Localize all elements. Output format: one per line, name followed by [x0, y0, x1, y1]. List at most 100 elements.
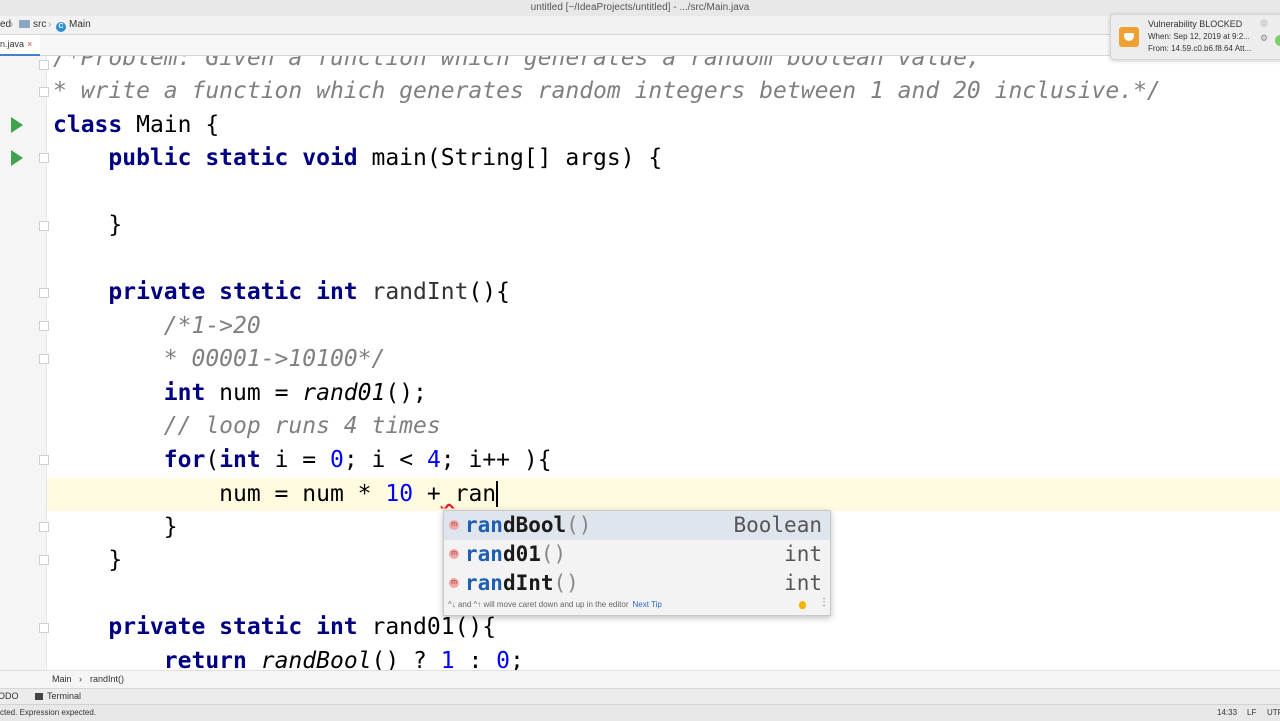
code-line[interactable]: int num = rand01();	[53, 377, 427, 410]
code-text: () ?	[371, 648, 441, 670]
code-line[interactable]: * write a function which generates rando…	[53, 75, 1161, 108]
code-text: }	[108, 547, 123, 573]
terminal-label: Terminal	[47, 691, 82, 701]
vulnerability-notification[interactable]: Vulnerability BLOCKED When: Sep 12, 2019…	[1110, 14, 1280, 60]
keyword: class	[53, 112, 123, 138]
run-main-icon[interactable]	[11, 150, 23, 166]
run-class-icon[interactable]	[11, 117, 23, 133]
completion-match: ran	[465, 571, 503, 595]
method-icon: m	[449, 578, 459, 588]
keyword: private static int	[108, 614, 358, 640]
code-line[interactable]: class Main {	[53, 109, 219, 142]
code-line[interactable]: return randBool() ? 1 : 0;	[53, 645, 524, 670]
comment: // loop runs 4 times	[163, 413, 441, 439]
code-line-current[interactable]: num = num * 10 + ran	[53, 478, 499, 511]
code-line[interactable]: }	[53, 511, 178, 544]
lightbulb-icon[interactable]	[799, 601, 806, 609]
autocomplete-popup: m randBool() Boolean m rand01() int m ra…	[443, 510, 831, 616]
folder-icon	[19, 20, 30, 28]
code-line[interactable]: // loop runs 4 times	[53, 410, 441, 443]
code-text: }	[163, 514, 178, 540]
keyword: int	[163, 380, 206, 406]
status-message: cted. Expression expected.	[0, 708, 97, 717]
shield-icon	[1119, 27, 1139, 47]
code-line[interactable]: }	[53, 544, 122, 577]
number: 0	[329, 447, 344, 473]
keyword: public static void	[108, 145, 358, 171]
tab-main-java[interactable]: n.java ×	[0, 35, 40, 56]
code-text: num = num *	[219, 481, 386, 507]
code-line[interactable]: private static int randInt(){	[53, 276, 510, 309]
keyword: private static int	[108, 279, 358, 305]
line-separator[interactable]: LF	[1247, 705, 1256, 720]
code-text: +	[413, 481, 441, 507]
code-line[interactable]: }	[53, 209, 122, 242]
method-icon: m	[449, 549, 459, 559]
window-title: untitled [~/IdeaProjects/untitled] - ...…	[530, 2, 750, 13]
completion-tip: ^↓ and ^↑ will move caret down and up in…	[448, 600, 662, 609]
code-line[interactable]: private static int rand01(){	[53, 611, 496, 644]
todo-tool-button[interactable]: ODO	[0, 689, 19, 704]
number: 0	[496, 648, 511, 670]
completion-item-randbool[interactable]: m randBool() Boolean	[444, 511, 830, 540]
editor-gutter	[0, 56, 49, 670]
completion-name: randInt()	[465, 569, 579, 598]
tip-text: ^↓ and ^↑ will move caret down and up in…	[448, 600, 629, 609]
status-bar: cted. Expression expected. 14:33 LF UTF	[0, 704, 1280, 721]
completion-item-rand01[interactable]: m rand01() int	[444, 540, 830, 569]
completion-item-randint[interactable]: m randInt() int	[444, 569, 830, 598]
completion-params: ()	[553, 571, 579, 595]
code-line[interactable]: /*Problem: Given a function which genera…	[53, 56, 981, 75]
completion-name: randBool()	[465, 511, 591, 540]
code-text: ;	[510, 648, 524, 670]
tool-window-bar: ODO Terminal	[0, 688, 1280, 705]
gear-icon[interactable]: ⚙	[1260, 33, 1268, 44]
code-text: main(String[] args) {	[357, 145, 663, 171]
completion-params: ()	[540, 542, 567, 566]
terminal-tool-button[interactable]: Terminal	[35, 689, 81, 704]
completion-type: int	[784, 571, 822, 595]
notification-title: Vulnerability BLOCKED	[1148, 19, 1243, 29]
code-text: ; i++ ){	[440, 447, 552, 473]
code-text: ; i <	[343, 447, 427, 473]
nav-folder-src[interactable]: src	[19, 16, 46, 34]
status-dot-icon	[1275, 35, 1280, 46]
close-icon[interactable]	[1260, 19, 1268, 27]
completion-rest: dBool	[502, 513, 567, 537]
number: 1	[440, 648, 455, 670]
code-line[interactable]: public static void main(String[] args) {	[53, 142, 662, 175]
caret-position[interactable]: 14:33	[1217, 705, 1237, 720]
completion-rest: d01	[502, 542, 541, 566]
next-tip-link[interactable]: Next Tip	[633, 600, 662, 609]
breadcrumb-method[interactable]: randInt()	[90, 671, 124, 688]
code-line[interactable]: for(int i = 0; i < 4; i++ ){	[53, 444, 552, 477]
code-line[interactable]: /*1->20	[53, 310, 261, 343]
completion-rest: dInt	[502, 571, 554, 595]
breadcrumb-class[interactable]: Main	[52, 671, 72, 688]
code-text: :	[454, 648, 497, 670]
keyword: return	[163, 648, 247, 670]
nav-file-main[interactable]: C Main	[56, 16, 91, 34]
editor-breadcrumbs: Main › randInt()	[0, 670, 1280, 688]
more-options-icon[interactable]: ⋮	[819, 597, 829, 608]
terminal-icon	[35, 693, 43, 700]
breadcrumb-separator: ›	[79, 674, 82, 684]
method-call: randBool	[260, 648, 372, 670]
notification-from: From: 14.59.c0.b6.f8.64 Att...	[1148, 44, 1252, 53]
nav-file-label: Main	[69, 19, 91, 30]
code-text: Main {	[122, 112, 220, 138]
window-titlebar: untitled [~/IdeaProjects/untitled] - ...…	[0, 0, 1280, 17]
file-encoding[interactable]: UTF	[1267, 705, 1280, 720]
keyword: for	[163, 447, 206, 473]
completion-type: int	[784, 542, 822, 566]
code-line[interactable]: * 00001->10100*/	[53, 343, 386, 376]
completion-match: ran	[465, 542, 503, 566]
completion-type: Boolean	[733, 513, 822, 537]
close-icon[interactable]: ×	[27, 39, 32, 49]
code-text: num =	[205, 380, 303, 406]
code-text: (	[205, 447, 220, 473]
completion-name: rand01()	[465, 540, 566, 569]
code-text: rand01(){	[357, 614, 497, 640]
number: 10	[385, 481, 414, 507]
comment: /*1->20	[163, 313, 261, 339]
